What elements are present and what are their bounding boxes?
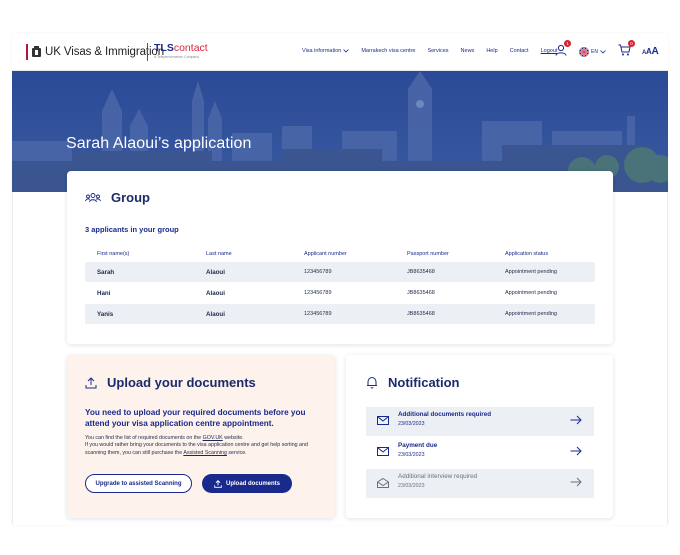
table-row[interactable]: Yanis Alaoui 123456789 JB8635468 Appoint… (85, 304, 595, 324)
tls-logo-part2: contact (173, 42, 208, 54)
notification-list: Additional documents required 23/03/2023… (366, 407, 594, 500)
header-icons: 1 EN 0 (555, 40, 635, 61)
upload-detail-part2: website. (222, 435, 244, 441)
col-passport-number: Passport number (407, 251, 449, 257)
notification-item[interactable]: Payment due 23/03/2023 (366, 438, 594, 467)
notification-item[interactable]: Additional documents required 23/03/2023 (366, 407, 594, 436)
cell-application-status: Appointment pending (505, 311, 557, 317)
upload-documents-button[interactable]: Upload documents (202, 474, 292, 493)
tls-logo-subtitle: A Teleperformance Company (154, 55, 200, 59)
notification-text: Additional documents required 23/03/2023 (398, 411, 491, 427)
arrow-right-icon (570, 415, 582, 425)
user-account-button[interactable]: 1 (555, 40, 571, 61)
col-application-status: Application status (505, 251, 549, 257)
notification-item[interactable]: Additional interview required 23/03/2023 (366, 469, 594, 498)
text-size-large: A (651, 46, 659, 57)
notification-title: Notification (388, 375, 460, 390)
nav-marrakech-visa-centre[interactable]: Marrakech visa centre (361, 48, 415, 54)
cell-first-name: Hani (97, 289, 111, 297)
user-notification-badge: 1 (564, 40, 571, 47)
cart-button[interactable]: 0 (618, 40, 635, 61)
page: UK Visas & Immigration TLScontact A Tele… (0, 0, 680, 555)
table-row[interactable]: Sarah Alaoui 123456789 JB8635468 Appoint… (85, 262, 595, 282)
cell-passport-number: JB8635468 (407, 311, 435, 317)
envelope-open-icon (377, 478, 389, 488)
cart-count-badge: 0 (627, 40, 635, 47)
upgrade-assisted-scanning-button[interactable]: Upgrade to assisted Scanning (85, 474, 192, 493)
arrow-right-icon (570, 477, 582, 487)
language-selector[interactable]: EN (579, 47, 606, 57)
chevron-down-icon (600, 50, 606, 54)
upload-documents-button-label: Upload documents (225, 480, 280, 487)
cell-application-status: Appointment pending (505, 290, 557, 296)
upload-detail-text: You can find the list of required docume… (85, 435, 321, 457)
notification-card-header: Notification (366, 375, 460, 390)
envelope-icon (377, 447, 389, 456)
nav-news[interactable]: News (461, 48, 475, 54)
arrow-right-icon (570, 446, 582, 456)
royal-crest-icon (32, 46, 41, 57)
notification-card: Notification Additional documents requir… (346, 355, 613, 518)
upload-detail-part1: You can find the list of required docume… (85, 435, 203, 441)
group-title: Group (111, 190, 150, 205)
applicants-count: 3 applicants in your group (85, 225, 179, 234)
cell-last-name: Alaoui (206, 310, 225, 318)
upload-icon (85, 376, 97, 388)
group-people-icon (85, 192, 101, 202)
bell-icon (367, 376, 377, 389)
text-size-toggle[interactable]: AAA (642, 46, 659, 57)
col-applicant-number: Applicant number (304, 251, 347, 257)
nav-help[interactable]: Help (486, 48, 497, 54)
main-nav: Visa information Marrakech visa centre S… (302, 48, 569, 54)
group-card-header: Group (85, 190, 150, 205)
page-title: Sarah Alaoui’s application (66, 135, 252, 152)
cell-passport-number: JB8635468 (407, 269, 435, 275)
cell-passport-number: JB8635468 (407, 290, 435, 296)
upload-detail-part4: service. (226, 449, 247, 456)
group-card: Group 3 applicants in your group First n… (67, 171, 613, 344)
cell-applicant-number: 123456789 (304, 269, 332, 275)
nav-visa-information[interactable]: Visa information (302, 48, 350, 54)
cell-application-status: Appointment pending (505, 269, 557, 275)
nav-contact[interactable]: Contact (510, 48, 529, 54)
notification-text: Payment due 23/03/2023 (398, 442, 437, 458)
tls-logo-part1: TLS (154, 42, 174, 54)
assisted-scanning-link[interactable]: Assisted Scanning (183, 450, 227, 456)
applicants-table: First name(s) Last name Applicant number… (85, 247, 595, 324)
col-first-name: First name(s) (97, 251, 130, 257)
upload-required-message: You need to upload your required documen… (85, 408, 306, 428)
ukvi-logo[interactable]: UK Visas & Immigration (26, 44, 164, 60)
logo-divider (147, 43, 148, 61)
tlscontact-logo[interactable]: TLScontact A Teleperformance Company (154, 42, 208, 60)
cell-first-name: Sarah (97, 268, 115, 276)
col-last-name: Last name (206, 251, 232, 257)
uk-flag-icon (579, 47, 589, 57)
cell-first-name: Yanis (97, 310, 114, 318)
upload-card-header: Upload your documents (85, 375, 256, 390)
logo-red-bar (26, 44, 28, 60)
table-header: First name(s) Last name Applicant number… (85, 247, 595, 261)
cell-applicant-number: 123456789 (304, 290, 332, 296)
gov-uk-link[interactable]: GOV.UK (203, 435, 223, 441)
notification-item-title: Additional documents required (398, 411, 492, 418)
table-row[interactable]: Hani Alaoui 123456789 JB8635468 Appointm… (85, 283, 595, 303)
cell-last-name: Alaoui (206, 289, 225, 297)
envelope-icon (377, 416, 389, 425)
upload-icon (214, 479, 222, 488)
upload-documents-card: Upload your documents You need to upload… (67, 355, 335, 518)
cell-applicant-number: 123456789 (304, 311, 332, 317)
chevron-down-icon (343, 49, 350, 53)
notification-item-title: Additional interview required (398, 473, 478, 480)
language-label: EN (591, 49, 598, 55)
notification-item-date: 23/03/2023 (398, 452, 425, 458)
cell-last-name: Alaoui (206, 268, 225, 276)
nav-services[interactable]: Services (427, 48, 448, 54)
notification-item-date: 23/03/2023 (398, 483, 425, 489)
notification-item-title: Payment due (398, 442, 438, 449)
nav-visa-information-label: Visa information (302, 48, 342, 54)
notification-text: Additional interview required 23/03/2023 (398, 473, 477, 489)
top-header: UK Visas & Immigration TLScontact A Tele… (12, 33, 668, 71)
upload-title: Upload your documents (107, 375, 256, 390)
notification-item-date: 23/03/2023 (398, 421, 425, 427)
